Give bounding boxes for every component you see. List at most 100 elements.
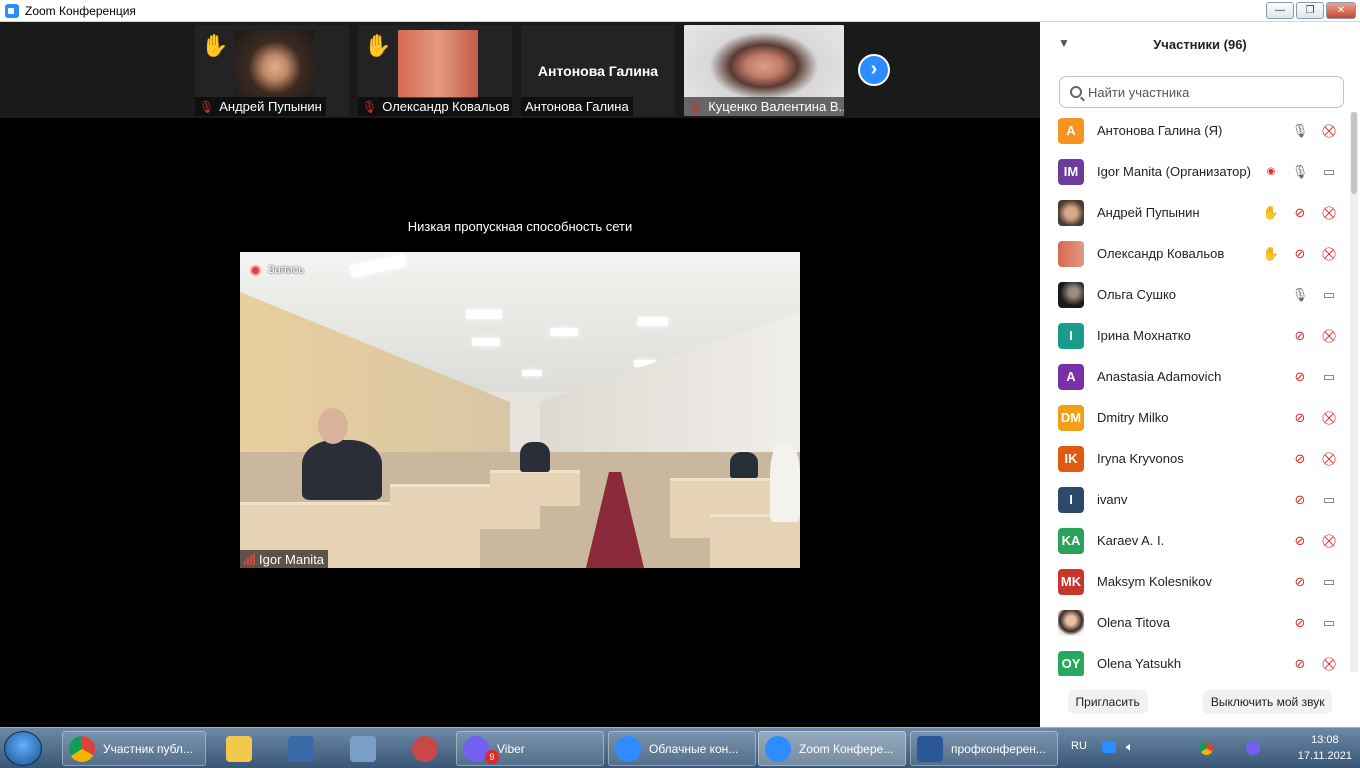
mic-off-icon[interactable]: ⊘ — [1291, 492, 1309, 508]
avatar — [1058, 199, 1084, 226]
scene-person — [770, 442, 800, 522]
taskbar-viber[interactable]: 9 Viber — [456, 731, 604, 766]
camera-icon[interactable]: ▭ — [1320, 574, 1338, 590]
participant-name: Olena Yatsukh — [1097, 656, 1182, 671]
scrollbar-thumb[interactable] — [1351, 112, 1357, 194]
camera-icon[interactable]: ▭ — [1320, 164, 1338, 180]
participant-scrollbar[interactable] — [1350, 112, 1358, 672]
mic-off-icon[interactable]: ⊘ — [1291, 410, 1309, 426]
taskbar-chrome[interactable]: Участник публ... — [62, 731, 206, 766]
camera-off-icon[interactable]: ⛒ — [1320, 451, 1338, 467]
avatar — [1058, 609, 1084, 636]
video-thumb[interactable]: Антонова Галина Антонова Галина — [521, 25, 675, 116]
participant-row[interactable]: Olena Titova ⊘ ▭ — [1040, 602, 1348, 643]
maximize-button[interactable]: ❐ — [1296, 2, 1324, 19]
scene-desk — [490, 470, 580, 506]
start-button[interactable] — [4, 731, 42, 766]
volume-icon[interactable]: 🔈︎ — [1126, 739, 1134, 755]
taskbar-explorer[interactable] — [216, 731, 262, 766]
camera-icon[interactable]: ▭ — [1320, 492, 1338, 508]
next-page-button[interactable]: › — [858, 54, 890, 86]
participant-row[interactable]: Андрей Пупынин ✋ ⊘ ⛒ — [1040, 192, 1348, 233]
panel-title: Участники (96) — [1153, 36, 1247, 52]
mic-off-icon[interactable]: ⊘ — [1291, 328, 1309, 344]
mic-icon[interactable]: 🎙︎ — [1291, 123, 1309, 139]
chrome-icon — [69, 735, 95, 762]
participant-row[interactable]: OY Olena Yatsukh ⊘ ⛒ — [1040, 643, 1348, 676]
participant-row[interactable]: Олександр Ковальов ✋ ⊘ ⛒ — [1040, 233, 1348, 274]
participant-row[interactable]: I ivanv ⊘ ▭ — [1040, 479, 1348, 520]
mic-muted-icon: 🎙︎ — [362, 99, 378, 114]
video-thumb[interactable]: 🎙︎ Куценко Валентина В... — [684, 25, 844, 116]
participant-row[interactable]: DM Dmitry Milko ⊘ ⛒ — [1040, 397, 1348, 438]
video-thumb[interactable]: ✋ 🎙︎ Андрей Пупынин — [195, 25, 349, 116]
raised-hand-icon: ✋ — [364, 33, 392, 58]
taskbar-network[interactable] — [278, 731, 324, 766]
minimize-button[interactable]: — — [1266, 2, 1294, 19]
camera-off-icon[interactable]: ⛒ — [1320, 246, 1338, 262]
camera-off-icon[interactable]: ⛒ — [1320, 328, 1338, 344]
computer-icon — [288, 735, 314, 762]
avatar: А — [1058, 117, 1084, 144]
participant-name: ivanv — [1097, 492, 1128, 507]
calculator-icon — [350, 735, 376, 762]
mic-off-icon[interactable]: ⊘ — [1291, 246, 1309, 262]
mic-off-icon[interactable]: ⊘ — [1291, 615, 1309, 631]
video-thumb[interactable]: ✋ 🎙︎ Олександр Ковальов — [358, 25, 512, 116]
notification-badge: 9 — [485, 750, 499, 764]
participant-name: Iryna Kryvonos — [1097, 451, 1184, 466]
scene-person — [302, 440, 382, 500]
scene-lamp — [638, 317, 668, 326]
search-placeholder: Найти участника — [1088, 84, 1190, 100]
invite-button[interactable]: Пригласить — [1067, 690, 1148, 714]
close-button[interactable]: ✕ — [1326, 2, 1356, 19]
mic-icon[interactable]: 🎙︎ — [1291, 287, 1309, 303]
participant-row[interactable]: A Anastasia Adamovich ⊘ ▭ — [1040, 356, 1348, 397]
mic-off-icon[interactable]: ⊘ — [1291, 369, 1309, 385]
scene-person — [520, 442, 550, 472]
recording-icon: ◉ — [1266, 166, 1276, 177]
thumb-namebar: Антонова Галина — [521, 97, 633, 116]
participant-row[interactable]: KA Karaev A. I. ⊘ ⛒ — [1040, 520, 1348, 561]
camera-icon[interactable]: ▭ — [1320, 369, 1338, 385]
search-input[interactable]: Найти участника — [1059, 76, 1344, 108]
participant-row[interactable]: І Ірина Мохнатко ⊘ ⛒ — [1040, 315, 1348, 356]
viber-tray-icon[interactable] — [1246, 741, 1260, 755]
participant-row[interactable]: IK Iryna Kryvonos ⊘ ⛒ — [1040, 438, 1348, 479]
taskbar-zoom-cloud[interactable]: Облачные кон... — [608, 731, 756, 766]
mic-off-icon[interactable]: ⊘ — [1291, 656, 1309, 672]
camera-off-icon[interactable]: ⛒ — [1320, 533, 1338, 549]
system-clock[interactable]: 13:08 17.11.2021 — [1298, 732, 1352, 764]
mic-icon[interactable]: 🎙︎ — [1291, 164, 1309, 180]
participant-row[interactable]: MK Maksym Kolesnikov ⊘ ▭ — [1040, 561, 1348, 602]
camera-icon[interactable]: ▭ — [1320, 615, 1338, 631]
participant-photo — [235, 30, 315, 98]
mute-me-button[interactable]: Выключить мой звук — [1202, 690, 1333, 714]
camera-icon[interactable]: ▭ — [1320, 287, 1338, 303]
mic-off-icon[interactable]: ⊘ — [1291, 451, 1309, 467]
raised-hand-icon: ✋ — [1262, 204, 1280, 220]
active-speaker-video[interactable]: Запись Igor Manita — [240, 252, 800, 568]
scene-lamp — [550, 328, 578, 336]
taskbar-calculator[interactable] — [340, 731, 386, 766]
participant-row[interactable]: IM Igor Manita (Организатор) ◉ 🎙︎ ▭ — [1040, 151, 1348, 192]
mic-off-icon[interactable]: ⊘ — [1291, 533, 1309, 549]
taskbar-tool[interactable] — [402, 731, 448, 766]
zoom-logo-icon — [5, 3, 19, 18]
camera-off-icon[interactable]: ⛒ — [1320, 656, 1338, 672]
chevron-down-icon[interactable]: ▼ — [1058, 36, 1070, 50]
zoom-tray-icon[interactable] — [1102, 741, 1116, 753]
taskbar-zoom-meeting[interactable]: Zoom Конфере... — [758, 731, 906, 766]
camera-off-icon[interactable]: ⛒ — [1320, 123, 1338, 139]
participant-row[interactable]: Ольга Сушко 🎙︎ ▭ — [1040, 274, 1348, 315]
zoom-icon — [615, 735, 641, 762]
mic-off-icon[interactable]: ⊘ — [1291, 574, 1309, 590]
camera-off-icon[interactable]: ⛒ — [1320, 205, 1338, 221]
language-indicator[interactable]: RU — [1071, 740, 1087, 752]
taskbar-word[interactable]: профконферен... — [910, 731, 1058, 766]
chrome-tray-icon[interactable] — [1200, 742, 1213, 755]
word-icon — [917, 735, 943, 762]
camera-off-icon[interactable]: ⛒ — [1320, 410, 1338, 426]
mic-off-icon[interactable]: ⊘ — [1291, 205, 1309, 221]
participant-row[interactable]: А Антонова Галина (Я) 🎙︎ ⛒ — [1040, 110, 1348, 151]
